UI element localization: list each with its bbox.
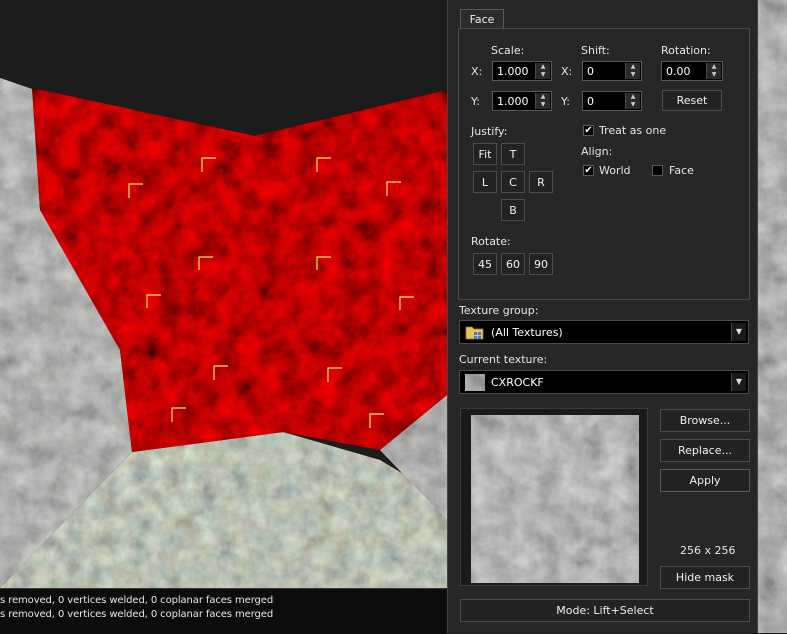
rotation-field[interactable]: 0.00 ▲ ▼ <box>661 61 723 81</box>
align-world-label: World <box>599 164 631 177</box>
shift-y-value: 0 <box>587 95 594 108</box>
3d-viewport[interactable] <box>0 0 447 588</box>
shift-x-value: 0 <box>587 65 594 78</box>
scale-y-value: 1.000 <box>497 95 529 108</box>
current-texture-select[interactable]: CXROCKF ▼ <box>459 370 749 394</box>
folder-icon <box>465 326 484 340</box>
reset-button[interactable]: Reset <box>662 90 722 111</box>
hide-mask-button[interactable]: Hide mask <box>660 566 750 589</box>
shift-label: Shift: <box>581 44 610 57</box>
treat-as-one-label: Treat as one <box>599 124 667 137</box>
align-world-checkbox[interactable]: ✔ <box>583 165 594 176</box>
align-face-checkbox[interactable] <box>652 165 663 176</box>
scale-x-field[interactable]: 1.000 ▲ ▼ <box>492 61 552 81</box>
texture-group-value: (All Textures) <box>491 326 563 339</box>
current-texture-label: Current texture: <box>459 353 548 366</box>
texture-group-label: Texture group: <box>459 304 539 317</box>
justify-label: Justify: <box>471 125 508 138</box>
texture-group-select[interactable]: (All Textures) ▼ <box>459 320 749 344</box>
replace-button[interactable]: Replace... <box>660 439 750 462</box>
browse-button[interactable]: Browse... <box>660 409 750 432</box>
rotation-value: 0.00 <box>666 65 691 78</box>
viewport-scene <box>0 78 447 588</box>
scale-x-label: X: <box>471 65 483 78</box>
shift-y-spinner[interactable]: ▲ ▼ <box>625 93 640 109</box>
rotate-label: Rotate: <box>471 235 511 248</box>
rotation-label: Rotation: <box>661 44 711 57</box>
shift-y-label: Y: <box>561 95 570 108</box>
shift-y-field[interactable]: 0 ▲ ▼ <box>582 91 642 111</box>
shift-x-spinner[interactable]: ▲ ▼ <box>625 63 640 79</box>
justify-top-button[interactable]: T <box>501 143 525 165</box>
current-texture-value: CXROCKF <box>491 376 544 389</box>
console-output: s removed, 0 vertices welded, 0 coplanar… <box>0 588 447 634</box>
scale-y-label: Y: <box>471 95 480 108</box>
justify-bottom-button[interactable]: B <box>501 199 525 221</box>
texture-preview-image <box>471 415 639 583</box>
texture-size-label: 256 x 256 <box>680 544 736 557</box>
rotate-45-button[interactable]: 45 <box>473 253 497 275</box>
justify-center-button[interactable]: C <box>501 171 525 193</box>
chevron-down-icon[interactable]: ▼ <box>731 323 746 341</box>
shift-x-label: X: <box>561 65 573 78</box>
scale-label: Scale: <box>491 44 525 57</box>
texture-preview <box>460 408 648 586</box>
rotate-90-button[interactable]: 90 <box>529 253 553 275</box>
mode-button[interactable]: Mode: Lift+Select <box>460 599 750 622</box>
rotation-spinner[interactable]: ▲ ▼ <box>706 63 721 79</box>
shift-x-field[interactable]: 0 ▲ ▼ <box>582 61 642 81</box>
rotate-60-button[interactable]: 60 <box>501 253 525 275</box>
scale-y-field[interactable]: 1.000 ▲ ▼ <box>492 91 552 111</box>
chevron-down-icon[interactable]: ▼ <box>731 373 746 391</box>
viewport-right-edge <box>758 0 787 633</box>
scale-x-spinner[interactable]: ▲ ▼ <box>535 63 550 79</box>
console-line: s removed, 0 vertices welded, 0 coplanar… <box>0 609 274 620</box>
align-face-label: Face <box>669 164 694 177</box>
console-line: s removed, 0 vertices welded, 0 coplanar… <box>0 595 274 606</box>
treat-as-one-checkbox[interactable]: ✔ <box>583 125 594 136</box>
justify-right-button[interactable]: R <box>529 171 553 193</box>
align-label: Align: <box>581 145 613 158</box>
face-properties-panel: Face Scale: Shift: Rotation: X: 1.000 ▲ ▼… <box>447 0 758 633</box>
texture-thumbnail-icon <box>465 374 485 391</box>
justify-left-button[interactable]: L <box>473 171 497 193</box>
apply-button[interactable]: Apply <box>660 469 750 492</box>
scale-x-value: 1.000 <box>497 65 529 78</box>
tab-face[interactable]: Face <box>460 9 504 29</box>
scale-y-spinner[interactable]: ▲ ▼ <box>535 93 550 109</box>
justify-fit-button[interactable]: Fit <box>473 143 497 165</box>
